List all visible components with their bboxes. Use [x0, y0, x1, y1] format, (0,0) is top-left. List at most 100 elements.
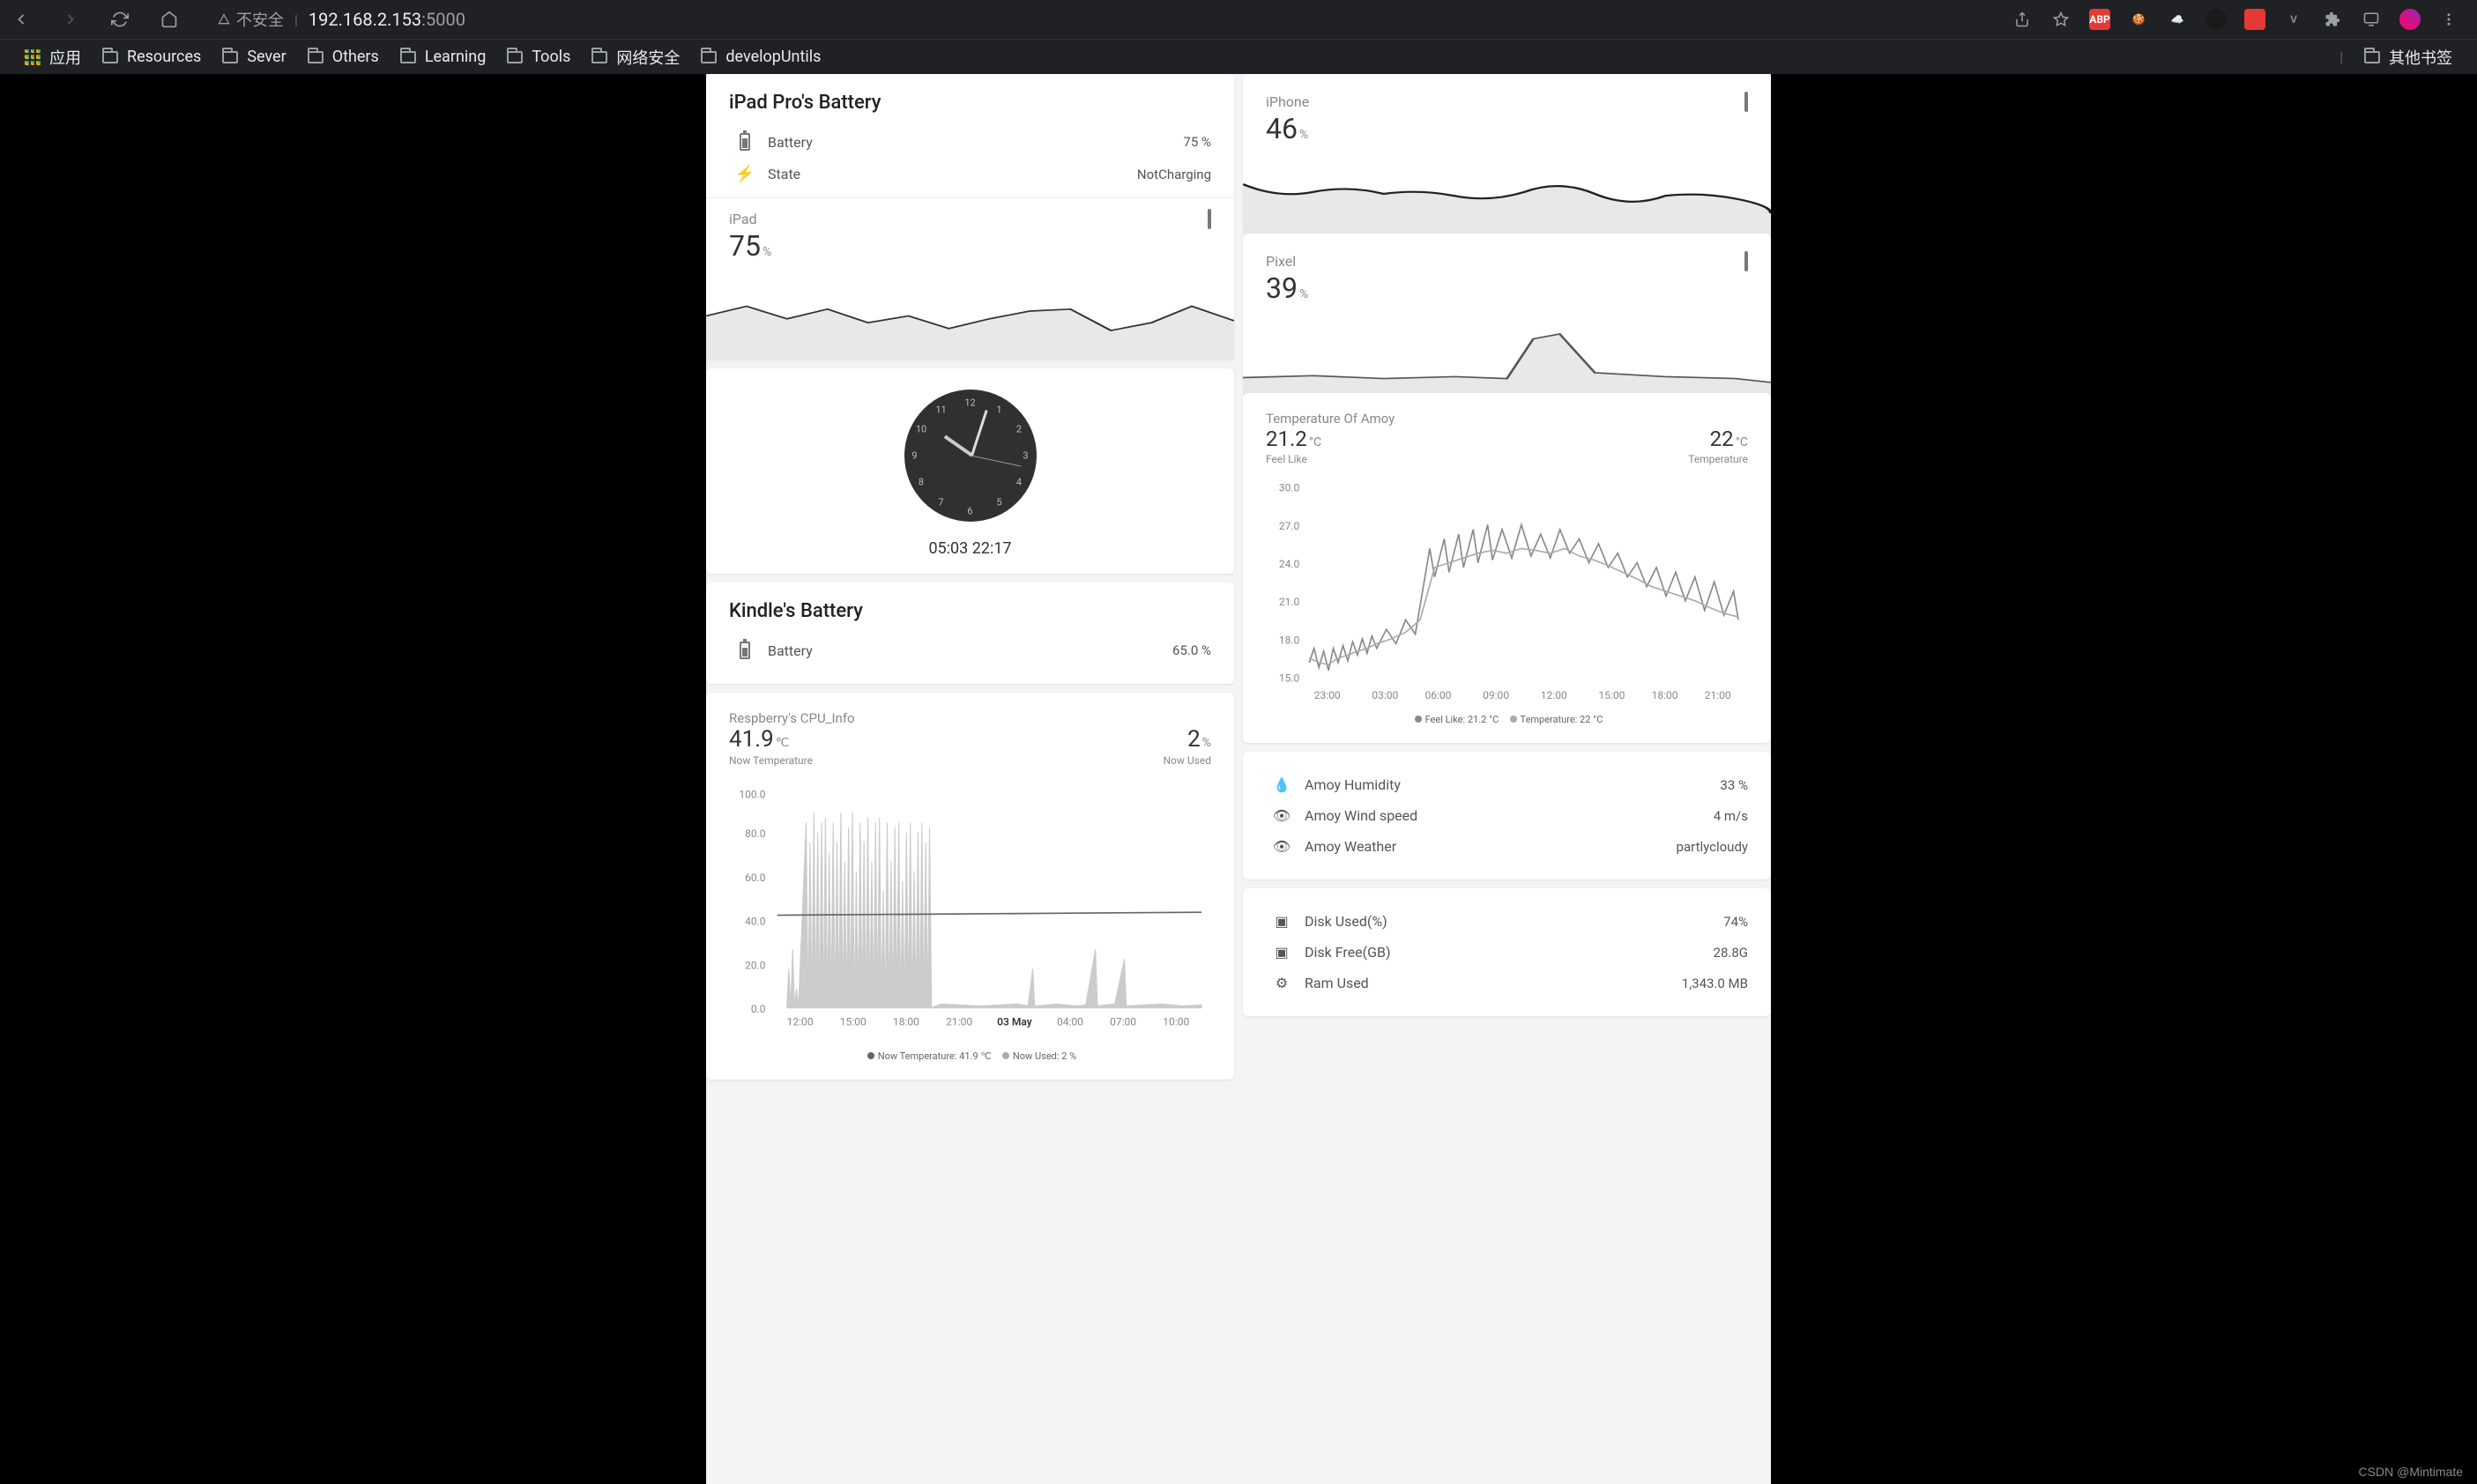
battery-icon	[729, 133, 761, 151]
spark-name: iPad	[729, 211, 757, 227]
card-title: Kindle's Battery	[729, 600, 1211, 622]
list-row[interactable]: ▣Disk Used(%)74%	[1266, 906, 1748, 937]
svg-text:21:00: 21:00	[946, 1016, 972, 1028]
svg-text:0.0: 0.0	[751, 1003, 766, 1015]
eye-icon: 👁	[1266, 838, 1298, 855]
list-row[interactable]: 💧Amoy Humidity33 %	[1266, 769, 1748, 800]
home-button[interactable]	[159, 9, 180, 30]
card-title: iPad Pro's Battery	[729, 92, 1211, 114]
svg-text:15:00: 15:00	[840, 1016, 867, 1028]
svg-text:80.0: 80.0	[745, 827, 766, 840]
svg-text:06:00: 06:00	[1425, 689, 1452, 701]
card-title: Respberry's CPU_Info	[729, 710, 1211, 726]
chart-legend: Now Temperature: 41.9 ℃ Now Used: 2 %	[729, 1050, 1211, 1062]
svg-text:30.0: 30.0	[1279, 482, 1300, 494]
humidity-icon: 💧	[1266, 776, 1298, 793]
cpu-info-card: Respberry's CPU_Info 41.9℃Now Temperatur…	[706, 693, 1234, 1080]
pixel-card: Pixel 39%	[1243, 234, 1771, 384]
svg-text:100.0: 100.0	[739, 789, 765, 801]
svg-text:04:00: 04:00	[1057, 1016, 1083, 1028]
svg-text:03:00: 03:00	[1372, 689, 1398, 701]
battery-outline-icon	[1744, 93, 1748, 110]
svg-text:18:00: 18:00	[893, 1016, 919, 1028]
kindle-battery-card: Kindle's Battery Battery 65.0 %	[706, 582, 1234, 684]
svg-text:15.0: 15.0	[1279, 672, 1300, 685]
system-info-card: ▣Disk Used(%)74% ▣Disk Free(GB)28.8G ⚙Ra…	[1243, 888, 1771, 1016]
share-icon[interactable]	[2012, 9, 2033, 30]
cpu-history-chart: 0.0 20.0 40.0 60.0 80.0 100.0 12:00 15:00…	[729, 774, 1211, 1047]
address-bar[interactable]: 不安全 | 192.168.2.153:5000	[205, 4, 1980, 35]
ext-red-icon[interactable]	[2244, 9, 2265, 30]
svg-text:23:00: 23:00	[1314, 689, 1341, 701]
battery-outline-icon	[1208, 211, 1211, 227]
svg-text:21:00: 21:00	[1705, 689, 1731, 701]
menu-icon[interactable]	[2438, 9, 2459, 30]
list-row[interactable]: 👁Amoy Wind speed4 m/s	[1266, 800, 1748, 831]
back-button[interactable]	[11, 9, 32, 30]
list-row[interactable]: Battery 65.0 %	[729, 634, 1211, 666]
spark-name: Pixel	[1266, 253, 1296, 270]
weather-info-card: 💧Amoy Humidity33 % 👁Amoy Wind speed4 m/s…	[1243, 752, 1771, 879]
disk-icon: ▣	[1266, 913, 1298, 930]
svg-text:18.0: 18.0	[1279, 634, 1300, 646]
extensions-icon[interactable]	[2322, 9, 2343, 30]
bookmarks-bar: 应用 Resources Sever Others Learning Tools…	[0, 39, 2477, 74]
ext-cookie-icon[interactable]: 🍪	[2128, 9, 2149, 30]
profile-avatar[interactable]	[2399, 9, 2421, 30]
list-row[interactable]: ▣Disk Free(GB)28.8G	[1266, 937, 1748, 968]
iphone-sparkline-chart	[1243, 145, 1771, 242]
ext-abp-icon[interactable]: ABP	[2089, 9, 2110, 30]
bookmark-folder[interactable]: Resources	[102, 48, 201, 66]
bookmark-folder[interactable]: Others	[308, 48, 379, 66]
ext-v-icon[interactable]: V	[2283, 9, 2304, 30]
watermark: CSDN @Mintimate	[2359, 1465, 2463, 1479]
bookmark-folder[interactable]: Tools	[507, 48, 570, 66]
spark-name: iPhone	[1266, 93, 1309, 110]
battery-icon	[729, 642, 761, 659]
browser-toolbar: 不安全 | 192.168.2.153:5000 ABP 🍪 ☁️ V	[0, 0, 2477, 39]
ext-cloud-icon[interactable]: ☁️	[2167, 9, 2188, 30]
eye-icon: 👁	[1266, 807, 1298, 824]
gear-icon: ⚙	[1266, 975, 1298, 991]
list-row[interactable]: Battery 75 %	[729, 126, 1211, 158]
svg-text:24.0: 24.0	[1279, 558, 1300, 570]
list-row[interactable]: ⚙Ram Used1,343.0 MB	[1266, 968, 1748, 998]
apps-button[interactable]: 应用	[25, 46, 81, 69]
svg-text:18:00: 18:00	[1652, 689, 1678, 701]
svg-text:12:00: 12:00	[1541, 689, 1567, 701]
reload-button[interactable]	[109, 9, 130, 30]
list-row[interactable]: 👁Amoy Weatherpartlycloudy	[1266, 831, 1748, 862]
svg-text:40.0: 40.0	[745, 916, 766, 928]
svg-text:09:00: 09:00	[1483, 689, 1509, 701]
bookmark-folder[interactable]: developUntils	[701, 48, 821, 66]
svg-text:60.0: 60.0	[745, 872, 766, 884]
ipad-pro-battery-card: iPad Pro's Battery Battery 75 % ⚡ State …	[706, 74, 1234, 360]
svg-text:07:00: 07:00	[1110, 1016, 1136, 1028]
svg-text:15:00: 15:00	[1598, 689, 1625, 701]
battery-low-icon	[1744, 253, 1748, 270]
svg-text:12:00: 12:00	[787, 1016, 814, 1028]
bookmark-folder[interactable]: Sever	[222, 48, 286, 66]
forward-button[interactable]	[60, 9, 81, 30]
temperature-chart: 15.0 18.0 21.0 24.0 27.0 30.0 23:00 03:00 06…	[1266, 472, 1748, 710]
url-text: 192.168.2.153:5000	[309, 9, 465, 30]
devices-icon[interactable]	[2361, 9, 2382, 30]
disk-icon: ▣	[1266, 944, 1298, 961]
bookmark-folder[interactable]: 网络安全	[591, 46, 680, 69]
iphone-card: iPhone 46%	[1243, 74, 1771, 225]
svg-text:21.0: 21.0	[1279, 596, 1300, 608]
star-icon[interactable]	[2050, 9, 2072, 30]
bookmark-folder[interactable]: Learning	[400, 48, 487, 66]
list-row[interactable]: ⚡ State NotCharging	[729, 158, 1211, 190]
svg-text:03 May: 03 May	[997, 1016, 1032, 1028]
other-bookmarks[interactable]: 其他书签	[2364, 46, 2452, 69]
chart-legend: Feel Like: 21.2 °C Temperature: 22 °C	[1266, 714, 1748, 725]
ext-dark-icon[interactable]	[2205, 9, 2227, 30]
clock-time: 05:03 22:17	[928, 539, 1011, 558]
svg-text:20.0: 20.0	[745, 959, 766, 971]
svg-text:27.0: 27.0	[1279, 520, 1300, 532]
insecure-icon: 不安全	[217, 8, 284, 31]
ipad-sparkline-chart	[706, 263, 1234, 360]
pixel-sparkline-chart	[1243, 305, 1771, 402]
card-title: Temperature Of Amoy	[1266, 411, 1748, 427]
